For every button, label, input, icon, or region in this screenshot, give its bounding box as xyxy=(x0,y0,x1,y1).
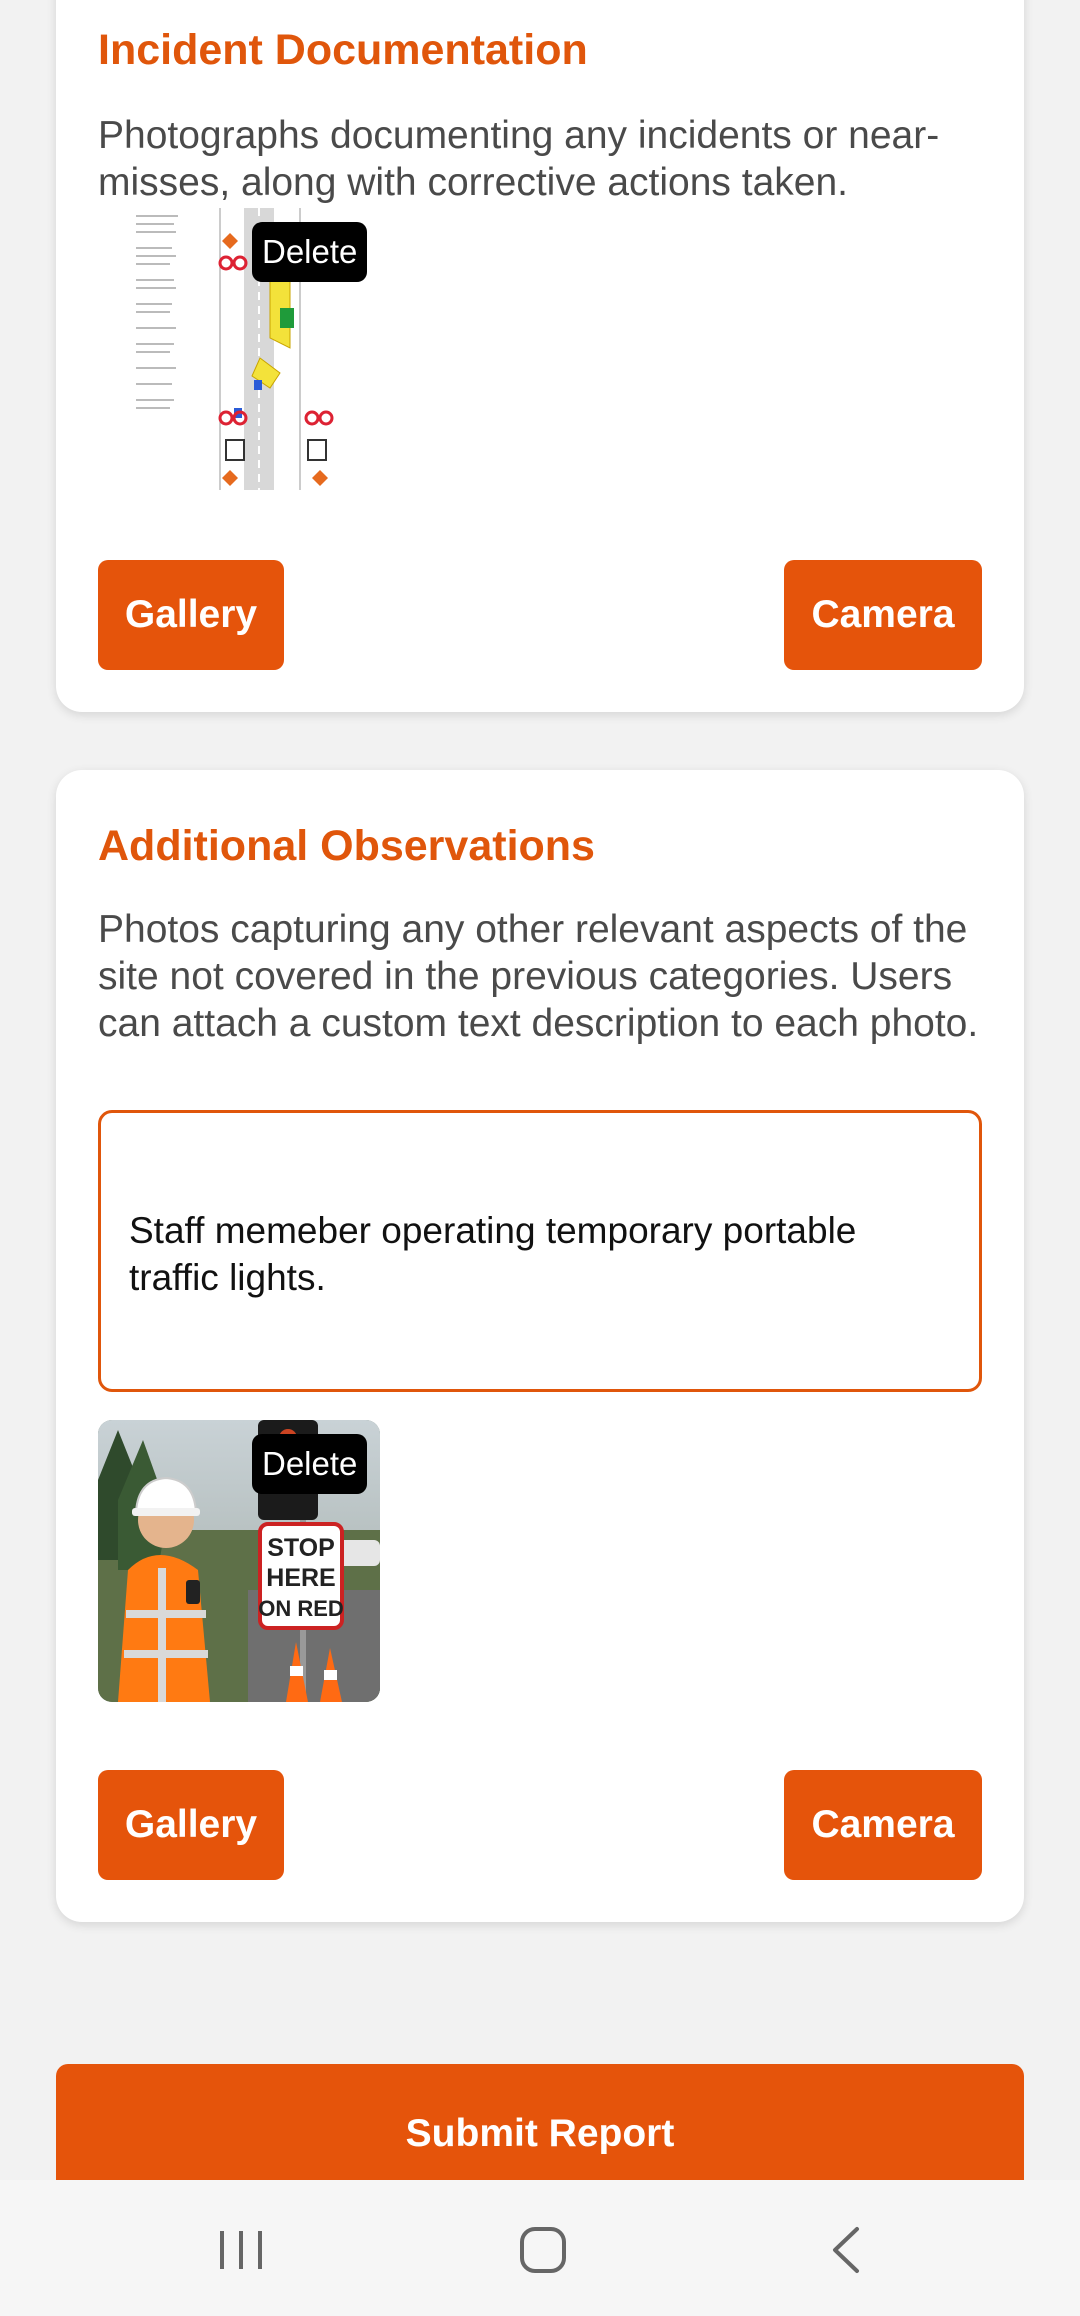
recent-apps-button[interactable] xyxy=(196,2210,286,2290)
observations-camera-button[interactable]: Camera xyxy=(784,1770,982,1880)
back-button[interactable] xyxy=(800,2210,890,2290)
incident-gallery-button[interactable]: Gallery xyxy=(98,560,284,670)
additional-observations-card: Additional Observations Photos capturing… xyxy=(56,770,1024,1922)
recent-apps-icon xyxy=(220,2231,262,2269)
incident-title: Incident Documentation xyxy=(98,26,588,74)
incident-camera-button[interactable]: Camera xyxy=(784,560,982,670)
photo-description-textarea[interactable]: Staff memeber operating temporary portab… xyxy=(98,1110,982,1392)
stop-sign-line-2: HERE xyxy=(266,1564,335,1592)
incident-description: Photographs documenting any incidents or… xyxy=(98,114,940,204)
observation-photo-delete-button[interactable]: Delete xyxy=(252,1434,368,1494)
observations-title: Additional Observations xyxy=(98,822,595,870)
stop-sign-line-1: STOP xyxy=(267,1534,335,1562)
back-icon xyxy=(833,2227,859,2273)
home-button[interactable] xyxy=(498,2210,588,2290)
observations-description: Photos capturing any other relevant aspe… xyxy=(98,908,979,1045)
system-navigation-bar xyxy=(0,2180,1080,2316)
stop-sign-line-3: ON RED xyxy=(258,1596,344,1621)
incident-documentation-card: Incident Documentation Photographs docum… xyxy=(56,0,1024,712)
home-icon xyxy=(520,2227,566,2273)
observations-gallery-button[interactable]: Gallery xyxy=(98,1770,284,1880)
incident-photo-delete-button[interactable]: Delete xyxy=(252,222,368,282)
